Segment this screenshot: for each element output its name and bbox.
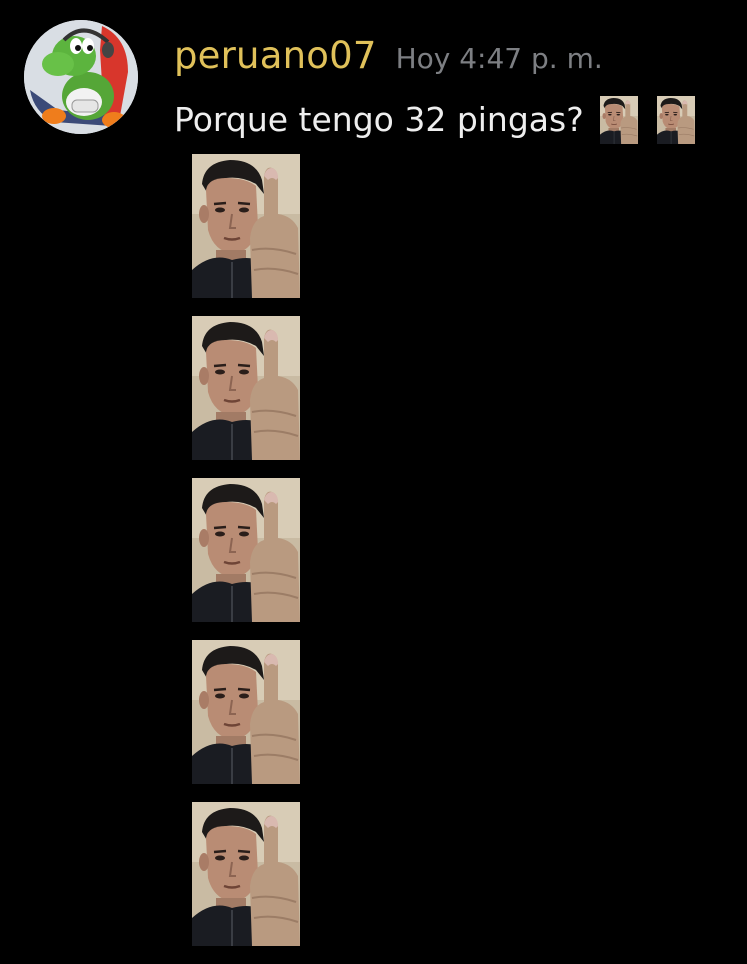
message-text: Porque tengo 32 pingas? xyxy=(174,100,584,139)
message-content: Porque tengo 32 pingas? xyxy=(174,96,695,144)
middle-finger-selfie-emoji-icon xyxy=(192,640,300,784)
middle-finger-selfie-emoji-icon xyxy=(192,802,300,946)
middle-finger-selfie-emoji-icon xyxy=(192,316,300,460)
message-header: peruano07 Hoy 4:47 p. m. xyxy=(174,34,603,78)
username[interactable]: peruano07 xyxy=(174,34,377,78)
user-avatar[interactable] xyxy=(24,20,138,134)
emoji-sticker-3[interactable] xyxy=(192,478,300,622)
emoji-sticker-2[interactable] xyxy=(192,316,300,460)
yoshi-gamer-avatar-icon xyxy=(24,20,138,134)
middle-finger-selfie-emoji-icon xyxy=(192,154,300,298)
timestamp: Hoy 4:47 p. m. xyxy=(395,42,603,75)
emoji-sticker-4[interactable] xyxy=(192,640,300,784)
emoji-sticker-5[interactable] xyxy=(192,802,300,946)
middle-finger-selfie-emoji-icon[interactable] xyxy=(600,96,638,144)
middle-finger-selfie-emoji-icon xyxy=(192,478,300,622)
middle-finger-selfie-emoji-icon[interactable] xyxy=(657,96,695,144)
emoji-sticker-1[interactable] xyxy=(192,154,300,298)
chat-message: peruano07 Hoy 4:47 p. m. Porque tengo 32… xyxy=(0,0,747,964)
